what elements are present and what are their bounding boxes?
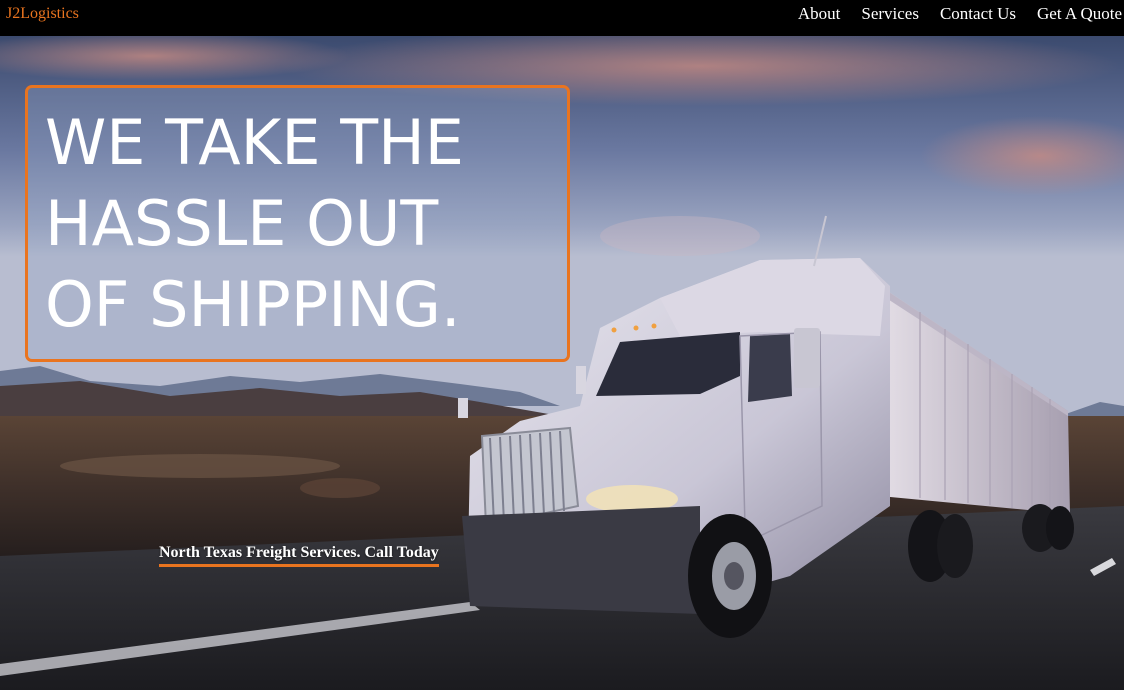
nav-link-contact-us[interactable]: Contact Us [940, 4, 1016, 24]
top-navbar: J2Logistics About Services Contact Us Ge… [0, 0, 1124, 36]
headline-line-2: HASSLE OUT [45, 187, 439, 260]
nav-links: About Services Contact Us Get A Quote [777, 4, 1122, 24]
headline-line-1: WE TAKE THE [45, 106, 464, 179]
headline-box: WE TAKE THE HASSLE OUT OF SHIPPING. [25, 85, 570, 362]
call-today-link[interactable]: North Texas Freight Services. Call Today [159, 544, 439, 567]
headline-line-3: OF SHIPPING. [45, 268, 461, 341]
hero-section: WE TAKE THE HASSLE OUT OF SHIPPING. Nort… [0, 36, 1124, 690]
nav-link-services[interactable]: Services [861, 4, 919, 24]
nav-link-get-a-quote[interactable]: Get A Quote [1037, 4, 1122, 24]
brand-logo-link[interactable]: J2Logistics [6, 5, 79, 23]
nav-link-about[interactable]: About [798, 4, 841, 24]
